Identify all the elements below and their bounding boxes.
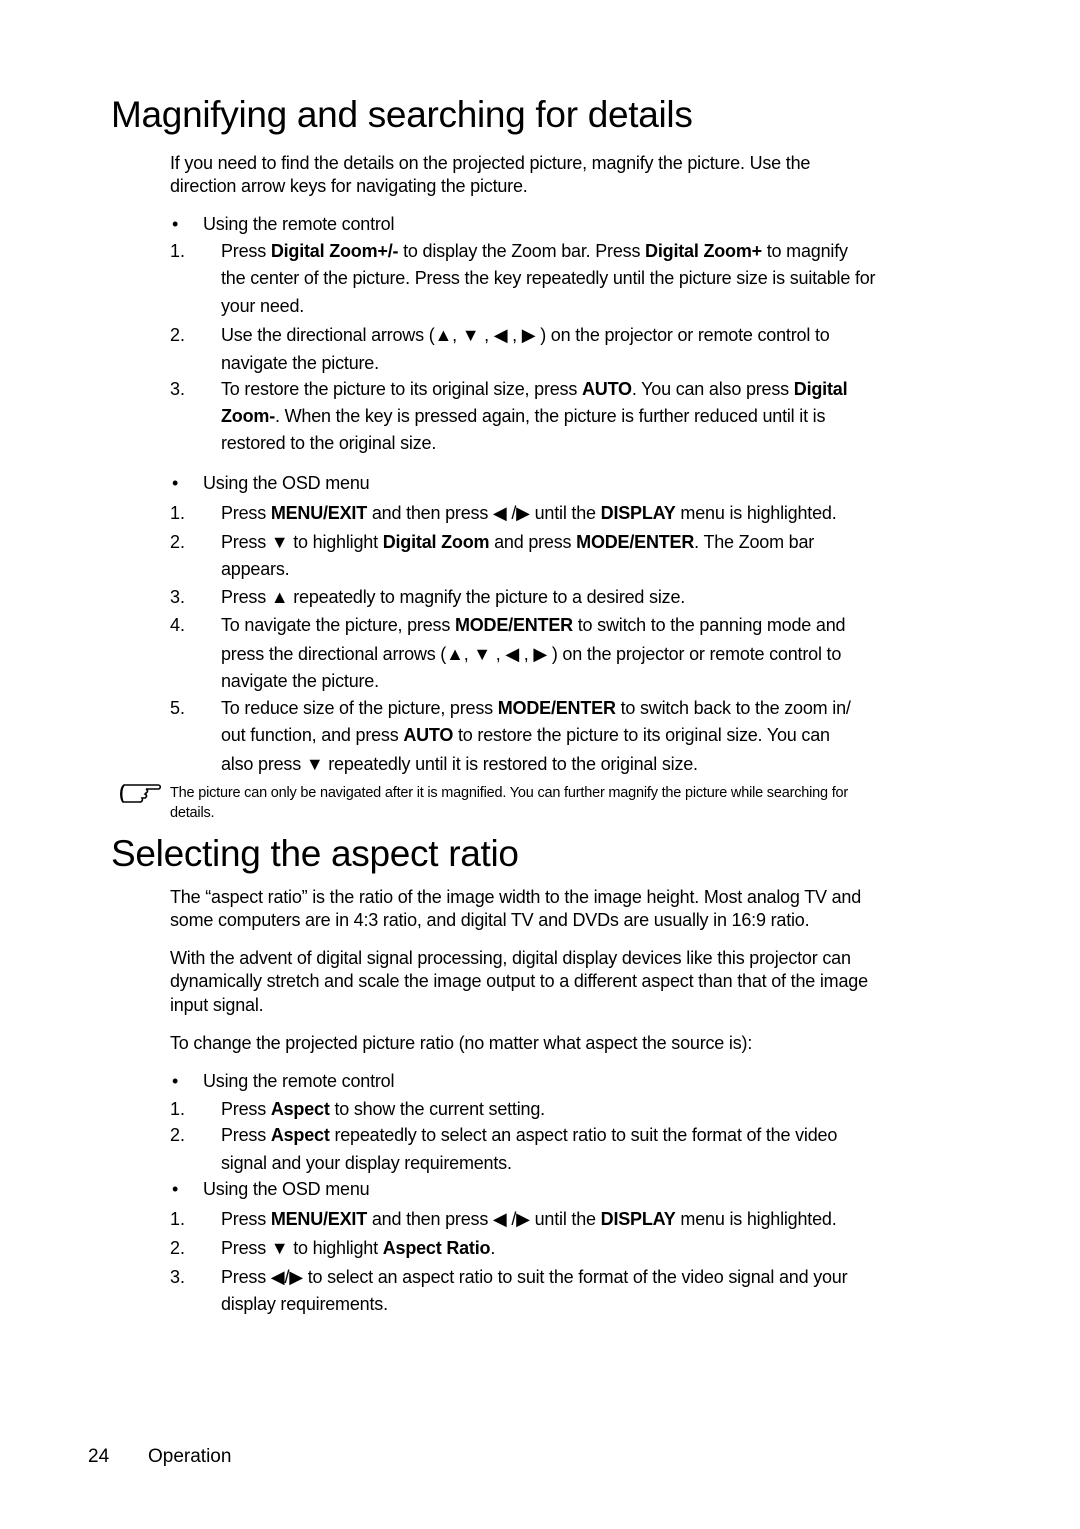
paragraph: some computers are in 4:3 ratio, and dig… [170,910,810,930]
step-text: To navigate the picture, press MODE/ENTE… [221,615,846,635]
bold-term: MODE/ENTER [454,615,573,635]
pointing-hand-icon [120,784,162,803]
paragraph: To change the projected picture ratio (n… [170,1033,753,1053]
page-number: 24 [88,1446,110,1467]
step-number: 2. [170,1238,186,1258]
step-text: Zoom-. When the key is pressed again, th… [221,406,826,426]
step-number: 1. [170,1099,186,1119]
bold-term: AUTO [403,725,454,745]
section-title-magnifying: Magnifying and searching for details [111,94,693,135]
step-text: Press Aspect to show the current setting… [221,1099,545,1119]
section-title-aspect-ratio: Selecting the aspect ratio [111,833,519,874]
paragraph: With the advent of digital signal proces… [170,948,851,968]
bold-term: Aspect [270,1125,330,1145]
bullet-marker: • [172,473,179,493]
step-text: To reduce size of the picture, press MOD… [221,698,851,718]
note-text: details. [170,805,215,821]
bold-term: MODE/ENTER [576,532,695,552]
step-number: 5. [170,698,186,718]
bullet-marker: • [172,1071,179,1091]
step-number: 2. [170,1125,186,1145]
bullet-heading: Using the remote control [203,214,395,234]
bold-term: Aspect [270,1099,330,1119]
note-text: The picture can only be navigated after … [170,785,849,801]
bold-term: DISPLAY [600,503,676,523]
bullet-heading: Using the OSD menu [203,1179,370,1199]
bold-term: AUTO [581,379,632,399]
bold-term: MENU/EXIT [270,1209,368,1229]
step-text: also press ▼ repeatedly until it is rest… [221,754,698,774]
footer-section: Operation [148,1446,232,1467]
step-number: 4. [170,615,186,635]
paragraph: The “aspect ratio” is the ratio of the i… [170,887,862,907]
bold-term: MODE/ENTER [497,698,616,718]
step-text: appears. [221,559,290,579]
bold-term: DISPLAY [600,1209,676,1229]
bold-term: MENU/EXIT [270,503,368,523]
step-text: your need. [221,296,305,316]
step-text: the center of the picture. Press the key… [221,268,876,288]
bold-term: Digital [793,379,848,399]
step-text: Press ▼ to highlight Aspect Ratio. [221,1238,496,1258]
bold-term: Zoom- [221,406,275,426]
paragraph: input signal. [170,995,264,1015]
step-text: press the directional arrows (▲, ▼ , ◀ ,… [221,644,842,664]
step-number: 3. [170,1267,186,1287]
step-number: 2. [170,325,186,345]
bold-term: Aspect Ratio [382,1238,491,1258]
paragraph: dynamically stretch and scale the image … [170,971,868,991]
step-text: navigate the picture. [221,353,379,373]
step-text: Press ▲ repeatedly to magnify the pictur… [221,587,686,607]
bold-term: Digital Zoom+ [645,241,762,261]
bullet-heading: Using the OSD menu [203,473,370,493]
bold-term: Digital Zoom [382,532,490,552]
step-text: Press ▼ to highlight Digital Zoom and pr… [221,532,815,552]
intro-paragraph: direction arrow keys for navigating the … [170,176,528,196]
step-number: 2. [170,532,186,552]
intro-paragraph: If you need to find the details on the p… [170,153,811,173]
step-number: 1. [170,1209,186,1229]
step-text: Press Digital Zoom+/- to display the Zoo… [221,241,848,261]
step-text: To restore the picture to its original s… [221,379,848,399]
step-text: Press MENU/EXIT and then press ◀ /▶ unti… [221,503,837,523]
step-number: 1. [170,503,186,523]
bold-term: Digital Zoom+/- [270,241,399,261]
step-text: signal and your display requirements. [221,1153,512,1173]
step-number: 1. [170,241,186,261]
step-text: Press Aspect repeatedly to select an asp… [221,1125,838,1145]
step-text: navigate the picture. [221,671,379,691]
bullet-heading: Using the remote control [203,1071,395,1091]
step-text: out function, and press AUTO to restore … [221,725,830,745]
step-text: Press ◀/▶ to select an aspect ratio to s… [221,1267,848,1287]
bullet-marker: • [172,214,179,234]
step-text: restored to the original size. [221,433,437,453]
step-text: Press MENU/EXIT and then press ◀ /▶ unti… [221,1209,837,1229]
bullet-marker: • [172,1179,179,1199]
step-text: display requirements. [221,1294,388,1314]
step-text: Use the directional arrows (▲, ▼ , ◀ , ▶… [221,325,830,345]
step-number: 3. [170,587,186,607]
step-number: 3. [170,379,186,399]
